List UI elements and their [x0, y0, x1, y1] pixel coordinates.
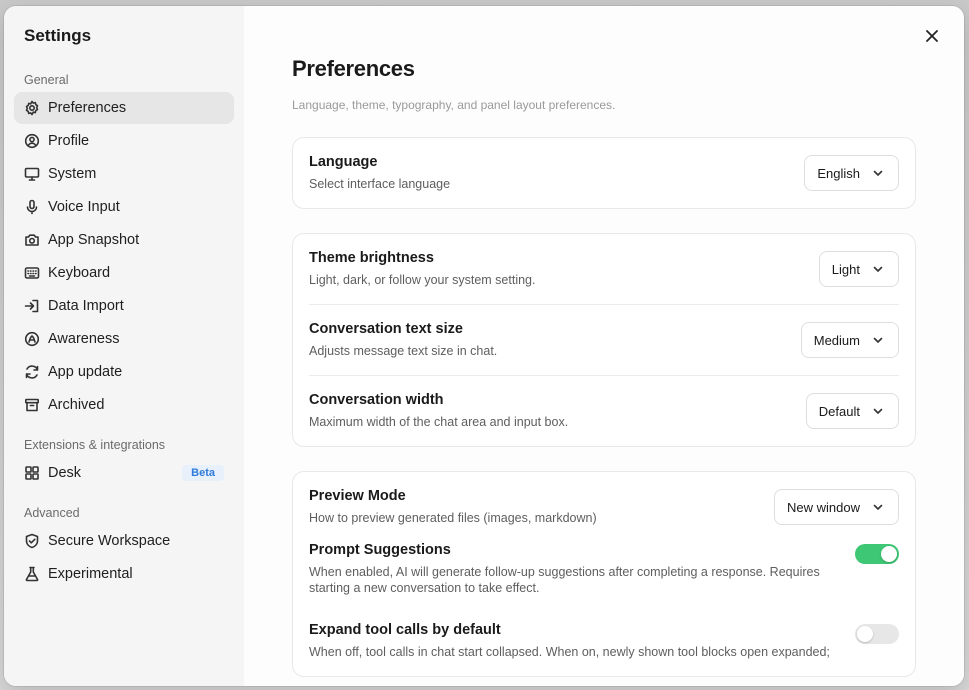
- sidebar-item-label: Experimental: [48, 566, 133, 582]
- settings-dialog: Settings General Preferences Profile Sys…: [4, 6, 964, 686]
- sidebar-item-label: Voice Input: [48, 199, 120, 215]
- theme-desc: Light, dark, or follow your system setti…: [309, 273, 536, 287]
- toggle-knob: [857, 626, 873, 642]
- chevron-down-icon: [872, 501, 884, 513]
- prompt-suggestions-title: Prompt Suggestions: [309, 542, 451, 558]
- sidebar-item-label: Profile: [48, 133, 90, 149]
- text-size-select-value: Medium: [813, 332, 860, 348]
- chevron-down-icon: [872, 334, 884, 346]
- theme-row: Theme brightness Light, dark, or follow …: [309, 234, 899, 305]
- width-select[interactable]: Default: [805, 393, 899, 429]
- sidebar-item-app-update[interactable]: App update: [14, 356, 234, 388]
- import-icon: [24, 298, 40, 314]
- behavior-card: Preview Mode How to preview generated fi…: [292, 471, 916, 677]
- page-title: Preferences: [292, 56, 415, 81]
- text-size-title: Conversation text size: [309, 321, 463, 337]
- width-row: Conversation width Maximum width of the …: [309, 376, 899, 446]
- section-label-advanced: Advanced: [24, 506, 80, 520]
- theme-title: Theme brightness: [309, 250, 434, 266]
- width-select-value: Default: [818, 403, 860, 419]
- sidebar-item-label: App Snapshot: [48, 232, 140, 248]
- preview-select[interactable]: New window: [774, 489, 899, 525]
- section-label-general: General: [24, 73, 69, 87]
- sidebar-title: Settings: [24, 26, 92, 45]
- user-circle-icon: [24, 133, 40, 149]
- chevron-down-icon: [872, 263, 884, 275]
- sidebar-item-label: Preferences: [48, 100, 127, 116]
- preview-title: Preview Mode: [309, 488, 406, 504]
- language-select[interactable]: English: [804, 155, 899, 191]
- expand-tools-row: Expand tool calls by default When off, t…: [309, 612, 899, 676]
- preview-desc: How to preview generated files (images, …: [309, 511, 597, 525]
- width-desc: Maximum width of the chat area and input…: [309, 415, 569, 429]
- sidebar-item-profile[interactable]: Profile: [14, 125, 234, 157]
- sidebar-item-archived[interactable]: Archived: [14, 389, 234, 421]
- sidebar-item-label: Secure Workspace: [48, 533, 171, 549]
- sidebar-item-data-import[interactable]: Data Import: [14, 290, 234, 322]
- sidebar-item-label: Desk: [48, 465, 82, 481]
- sidebar-item-app-snapshot[interactable]: App Snapshot: [14, 224, 234, 256]
- archive-icon: [24, 397, 40, 413]
- expand-tools-toggle[interactable]: [855, 624, 899, 644]
- flask-icon: [24, 566, 40, 582]
- beta-badge: Beta: [182, 465, 224, 481]
- chevron-down-icon: [872, 167, 884, 179]
- language-desc: Select interface language: [309, 177, 451, 191]
- gear-icon: [24, 100, 40, 116]
- chevron-down-icon: [872, 405, 884, 417]
- language-row: Language Select interface language Engli…: [309, 138, 899, 208]
- sidebar-item-label: App update: [48, 364, 123, 380]
- section-label-extensions: Extensions & integrations: [24, 438, 166, 452]
- close-button[interactable]: [920, 24, 944, 48]
- sidebar-item-secure-workspace[interactable]: Secure Workspace: [14, 525, 234, 557]
- appearance-card: Theme brightness Light, dark, or follow …: [292, 233, 916, 447]
- text-size-desc: Adjusts message text size in chat.: [309, 344, 498, 358]
- language-card: Language Select interface language Engli…: [292, 137, 916, 209]
- sidebar-item-label: Awareness: [48, 331, 120, 347]
- language-select-value: English: [817, 165, 860, 181]
- width-title: Conversation width: [309, 392, 444, 408]
- sidebar-item-system[interactable]: System: [14, 158, 234, 190]
- sidebar-item-desk[interactable]: Desk Beta: [14, 457, 234, 489]
- theme-select[interactable]: Light: [818, 251, 899, 287]
- sidebar-item-label: Archived: [48, 397, 105, 413]
- sidebar-item-preferences[interactable]: Preferences: [14, 92, 234, 124]
- sidebar-item-label: Keyboard: [48, 265, 111, 281]
- awareness-icon: [24, 331, 40, 347]
- close-icon: [926, 30, 938, 42]
- preview-select-value: New window: [787, 499, 860, 515]
- text-size-select[interactable]: Medium: [800, 322, 899, 358]
- settings-content: Preferences Language, theme, typography,…: [244, 6, 964, 686]
- text-size-row: Conversation text size Adjusts message t…: [309, 305, 899, 376]
- sidebar-item-label: Data Import: [48, 298, 124, 314]
- camera-icon: [24, 232, 40, 248]
- sidebar-item-label: System: [48, 166, 97, 182]
- preview-row: Preview Mode How to preview generated fi…: [309, 472, 899, 542]
- shield-icon: [24, 533, 40, 549]
- toggle-knob: [881, 546, 897, 562]
- prompt-suggestions-desc: When enabled, AI will generate follow-up…: [309, 565, 820, 595]
- theme-select-value: Light: [831, 261, 860, 277]
- sidebar-item-awareness[interactable]: Awareness: [14, 323, 234, 355]
- prompt-suggestions-toggle[interactable]: [855, 544, 899, 564]
- prompt-suggestions-row: Prompt Suggestions When enabled, AI will…: [309, 542, 899, 612]
- sidebar-item-voice-input[interactable]: Voice Input: [14, 191, 234, 223]
- grid-icon: [24, 465, 40, 481]
- language-title: Language: [309, 154, 378, 170]
- keyboard-icon: [24, 265, 40, 281]
- settings-sidebar: Settings General Preferences Profile Sys…: [4, 6, 244, 686]
- microphone-icon: [24, 199, 40, 215]
- page-subtitle: Language, theme, typography, and panel l…: [292, 98, 616, 112]
- sidebar-item-experimental[interactable]: Experimental: [14, 558, 234, 590]
- sidebar-item-keyboard[interactable]: Keyboard: [14, 257, 234, 289]
- refresh-icon: [24, 364, 40, 380]
- expand-tools-title: Expand tool calls by default: [309, 622, 501, 638]
- expand-tools-desc: When off, tool calls in chat start colla…: [309, 645, 830, 659]
- monitor-icon: [24, 166, 40, 182]
